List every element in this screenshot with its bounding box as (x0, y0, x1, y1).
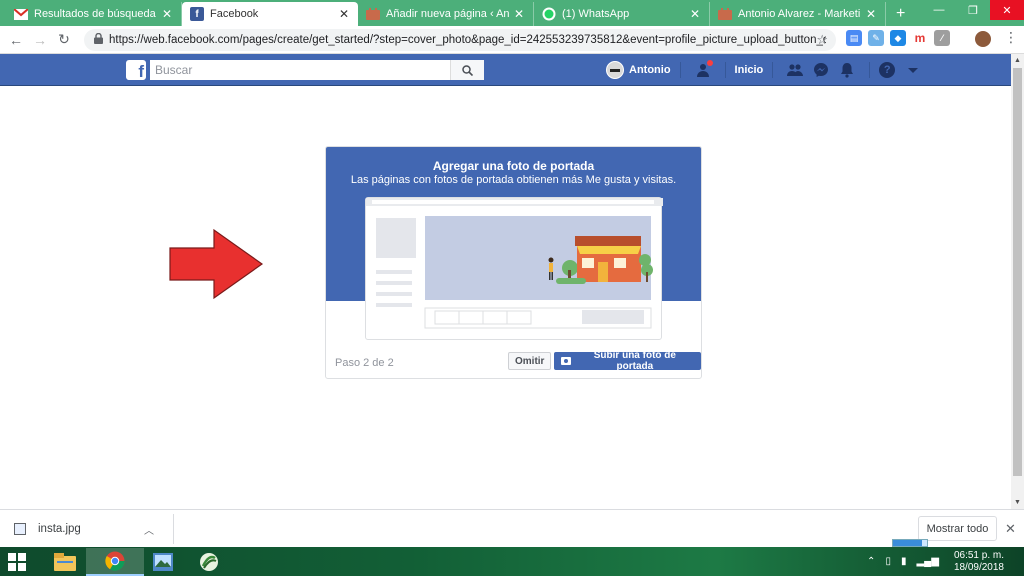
page-scrollbar[interactable]: ▲ ▼ (1011, 54, 1024, 509)
back-icon[interactable]: ← (4, 32, 28, 48)
tab-title: Facebook (210, 8, 259, 20)
upload-label: Subir una foto de portada (593, 350, 676, 372)
camera-icon (561, 357, 571, 365)
system-clock[interactable]: 06:51 p. m. 18/09/2018 (954, 550, 1004, 574)
extension-icon[interactable]: ▤ (846, 30, 862, 46)
tab-strip: Resultados de búsqueda - antonio ✕ f Fac… (0, 0, 1024, 26)
reload-icon[interactable]: ↻ (52, 31, 76, 48)
chevron-up-icon[interactable]: ⌃ (867, 556, 875, 567)
facebook-nav: Antonio Inicio ? (606, 54, 926, 86)
close-icon[interactable]: ✕ (865, 7, 877, 21)
cover-photo-dialog: Agregar una foto de portada Las páginas … (325, 146, 702, 379)
app-icon[interactable] (180, 548, 238, 576)
close-window-icon[interactable]: ✕ (990, 0, 1024, 20)
search-input[interactable] (150, 60, 450, 80)
battery-icon[interactable]: ▮ (901, 556, 907, 567)
scroll-down-icon[interactable]: ▼ (1014, 499, 1021, 506)
windows-taskbar: ⌃ ▯ ▮ ▂▄▆ 06:51 p. m. 18/09/2018 (0, 539, 1024, 576)
scroll-up-icon[interactable]: ▲ (1014, 57, 1021, 64)
extension-icon[interactable]: ✎ (868, 30, 884, 46)
create-page-icon[interactable] (693, 60, 713, 80)
notifications-bell-icon[interactable] (837, 60, 857, 80)
browser-toolbar: ← → ↻ https://web.facebook.com/pages/cre… (0, 26, 1024, 54)
divider (679, 62, 681, 78)
tab-title: (1) WhatsApp (562, 8, 630, 20)
tab-title: Añadir nueva página ‹ Antonio Alvarez (386, 8, 509, 20)
forward-icon[interactable]: → (28, 32, 52, 48)
tab-wordpress-new-page[interactable]: Añadir nueva página ‹ Antonio Alvarez ✕ (358, 2, 534, 26)
wifi-signal-icon[interactable]: ▂▄▆ (916, 556, 938, 567)
windows-start-icon[interactable] (8, 553, 26, 571)
close-icon[interactable]: ✕ (1005, 521, 1016, 537)
image-file-icon (14, 523, 26, 535)
download-item[interactable]: insta.jpg ︿ (14, 518, 154, 540)
minimize-icon[interactable]: — (922, 0, 956, 20)
scrollbar-thumb[interactable] (1013, 68, 1022, 476)
facebook-logo[interactable]: f (126, 60, 146, 80)
divider (173, 514, 174, 544)
clock-date: 18/09/2018 (953, 561, 1004, 573)
tab-title: Antonio Alvarez - Marketing Digital (738, 8, 861, 20)
restore-icon[interactable]: ❐ (956, 0, 990, 20)
system-tray: ⌃ ▯ ▮ ▂▄▆ 06:51 p. m. 18/09/2018 (862, 547, 1024, 576)
close-icon[interactable]: ✕ (161, 7, 173, 21)
divider (724, 62, 726, 78)
dialog-title: Agregar una foto de portada (432, 159, 595, 173)
close-icon[interactable]: ✕ (338, 7, 350, 21)
download-filename: insta.jpg (38, 523, 81, 535)
close-icon[interactable]: ✕ (689, 7, 701, 21)
network-icon[interactable]: ▯ (885, 556, 891, 567)
friend-requests-icon[interactable] (785, 60, 805, 80)
skip-button[interactable]: Omitir (508, 352, 552, 370)
facebook-icon: f (190, 7, 204, 21)
wordpress-icon (366, 7, 380, 21)
extension-icon[interactable]: ◆ (890, 30, 906, 46)
gmail-icon (14, 7, 28, 21)
notification-dot (706, 60, 713, 66)
divider (869, 62, 871, 78)
avatar[interactable] (606, 61, 624, 79)
tab-wordpress-marketing[interactable]: Antonio Alvarez - Marketing Digital ✕ (710, 2, 886, 26)
tab-facebook[interactable]: f Facebook ✕ (182, 2, 358, 26)
help-icon[interactable]: ? (879, 62, 896, 78)
upload-cover-photo-button[interactable]: Subir una foto de portada (554, 350, 701, 372)
window-controls: — ❐ ✕ (922, 0, 1024, 26)
red-arrow-annotation (169, 228, 264, 300)
page-mockup-illustration (365, 197, 663, 340)
close-icon[interactable]: ✕ (513, 7, 525, 21)
tab-gmail[interactable]: Resultados de búsqueda - antonio ✕ (6, 2, 182, 26)
messenger-icon[interactable] (811, 60, 831, 80)
facebook-header: f Antonio Inicio ? (0, 54, 1011, 86)
profile-link[interactable]: Antonio (629, 64, 671, 76)
clock-time: 06:51 p. m. (953, 549, 1004, 561)
download-progress-bar (892, 539, 928, 547)
download-shelf: insta.jpg ︿ Mostrar todo ✕ (0, 509, 1024, 547)
show-all-button[interactable]: Mostrar todo (918, 516, 997, 541)
url-text: https://web.facebook.com/pages/create/ge… (109, 34, 826, 46)
address-bar[interactable]: https://web.facebook.com/pages/create/ge… (84, 29, 836, 51)
tab-whatsapp[interactable]: (1) WhatsApp ✕ (534, 2, 710, 26)
wordpress-icon (718, 7, 732, 21)
search-icon[interactable] (450, 60, 484, 80)
dialog-footer: Paso 2 de 2 Omitir Subir una foto de por… (326, 345, 701, 378)
extension-icon[interactable]: m (912, 30, 928, 46)
home-link[interactable]: Inicio (735, 64, 764, 76)
chevron-down-icon[interactable] (903, 60, 923, 80)
dialog-subtitle: Las páginas con fotos de portada obtiene… (350, 174, 677, 186)
step-indicator: Paso 2 de 2 (335, 357, 394, 369)
extensions: ▤ ✎ ◆ m ⁄ (846, 30, 950, 46)
extension-icon[interactable]: ⁄ (934, 30, 950, 46)
divider (772, 62, 774, 78)
new-tab-button[interactable]: + (896, 2, 905, 26)
search-box (150, 60, 484, 80)
menu-icon[interactable]: ⋮ (1004, 29, 1018, 46)
chevron-up-icon[interactable]: ︿ (144, 522, 154, 537)
whatsapp-icon (542, 7, 556, 21)
tab-title: Resultados de búsqueda - antonio (34, 8, 157, 20)
bookmark-star-icon[interactable]: ☆ (816, 32, 828, 48)
profile-avatar[interactable] (975, 31, 991, 47)
lock-icon (94, 32, 103, 47)
